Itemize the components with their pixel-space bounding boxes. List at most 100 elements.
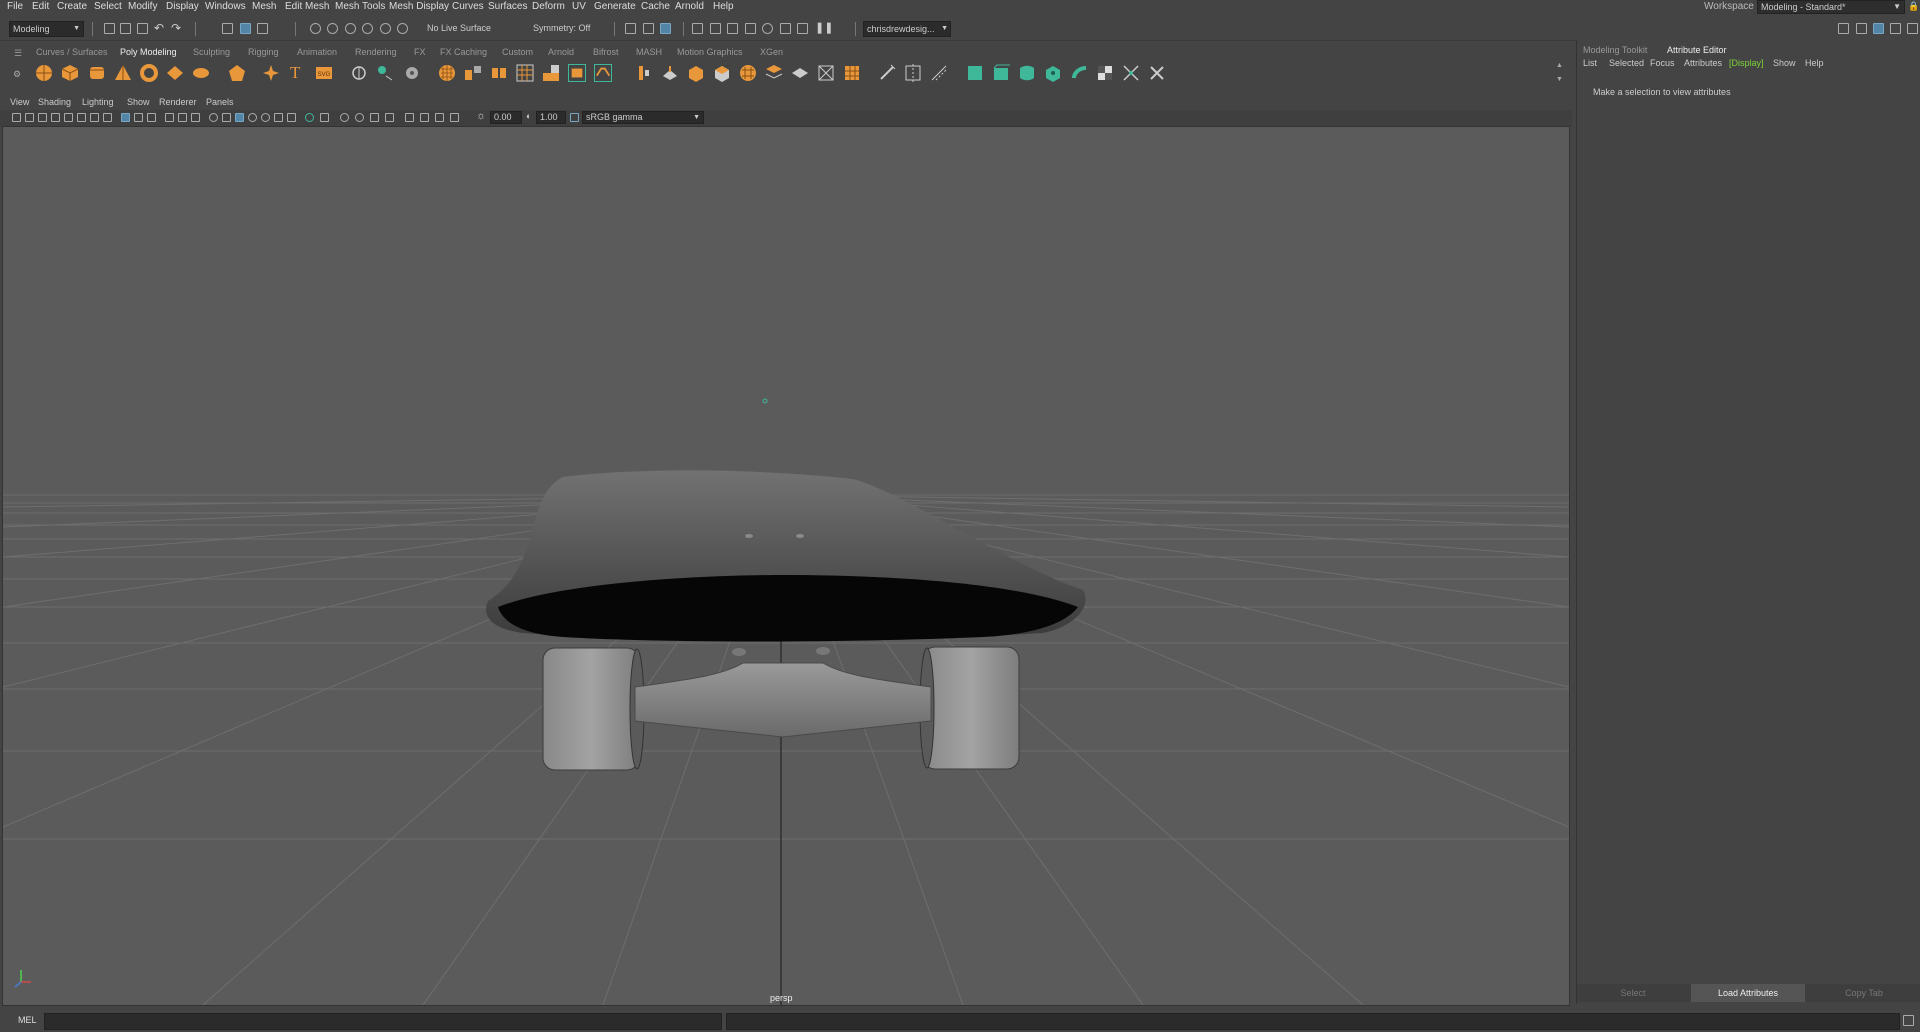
uv-checker-icon[interactable] — [1096, 64, 1114, 82]
film-gate-icon[interactable] — [103, 113, 112, 122]
menu-edit-mesh[interactable]: Edit Mesh — [285, 0, 329, 14]
snap-render-icon[interactable] — [797, 23, 808, 34]
uv-layout-icon[interactable] — [1122, 64, 1140, 82]
poly-cylinder-icon[interactable] — [88, 64, 106, 82]
fill-hole-icon[interactable] — [687, 64, 705, 82]
grease-pencil-icon[interactable] — [77, 113, 86, 122]
menu-mesh-display[interactable]: Mesh Display — [389, 0, 449, 14]
poly-sphere-icon[interactable] — [35, 64, 53, 82]
shelf-tab-animation[interactable]: Animation — [297, 46, 337, 58]
shelf-options-icon[interactable]: ⚙ — [13, 69, 21, 80]
ae-menu-attributes[interactable]: Attributes — [1684, 58, 1722, 68]
menu-edit[interactable]: Edit — [32, 0, 49, 14]
smooth-icon[interactable] — [438, 64, 456, 82]
menu-surfaces[interactable]: Surfaces — [488, 0, 527, 14]
sweep-mesh-icon[interactable] — [350, 64, 368, 82]
pause-icon[interactable]: ❚❚ — [815, 21, 833, 34]
panel-menu-show[interactable]: Show — [127, 95, 150, 109]
camera-attributes-icon[interactable] — [25, 113, 34, 122]
image-plane-icon[interactable] — [51, 113, 60, 122]
poly-disc-icon[interactable] — [192, 64, 210, 82]
menu-arnold[interactable]: Arnold — [675, 0, 704, 14]
ae-menu-help[interactable]: Help — [1805, 58, 1824, 68]
tab-attribute-editor[interactable]: Attribute Editor — [1667, 45, 1727, 55]
depth-of-field-icon[interactable] — [287, 113, 296, 122]
snap-view-plane-icon[interactable] — [362, 23, 373, 34]
bridge-icon[interactable] — [594, 64, 612, 82]
menu-create[interactable]: Create — [57, 0, 87, 14]
view-transform-dropdown[interactable]: sRGB gamma ▼ — [582, 111, 704, 124]
xray-joints-icon[interactable] — [320, 113, 329, 122]
tool-settings-icon[interactable] — [1890, 23, 1901, 34]
shelf-tab-xgen[interactable]: XGen — [760, 46, 783, 58]
color-management-icon[interactable] — [570, 113, 579, 122]
select-by-component-icon[interactable] — [257, 23, 268, 34]
snap-curve-icon[interactable] — [327, 23, 338, 34]
load-attributes-button[interactable]: Load Attributes — [1691, 984, 1805, 1002]
hypershade-icon[interactable] — [727, 23, 738, 34]
shelf-tab-curves-surfaces[interactable]: Curves / Surfaces — [36, 46, 108, 58]
shelf-scroll-arrows[interactable]: ▲ ▼ — [1556, 62, 1564, 86]
panel-menu-shading[interactable]: Shading — [38, 95, 71, 109]
menu-modify[interactable]: Modify — [128, 0, 157, 14]
remesh-icon[interactable] — [542, 64, 560, 82]
menu-help[interactable]: Help — [713, 0, 734, 14]
render-view-icon[interactable] — [643, 23, 654, 34]
shelf-tab-rigging[interactable]: Rigging — [248, 46, 279, 58]
xray-icon[interactable] — [191, 113, 200, 122]
save-scene-icon[interactable] — [137, 23, 148, 34]
uv-editor-icon[interactable] — [966, 64, 984, 82]
ae-menu-focus[interactable]: Focus — [1650, 58, 1675, 68]
menu-curves[interactable]: Curves — [452, 0, 484, 14]
detach-icon[interactable] — [817, 64, 835, 82]
menuset-dropdown[interactable]: Modeling ▼ — [9, 21, 84, 37]
symmetry-dropdown[interactable]: Symmetry: Off — [530, 21, 600, 37]
mirror-icon[interactable] — [464, 64, 482, 82]
viewport[interactable]: persp — [2, 126, 1570, 1006]
panel-menu-view[interactable]: View — [10, 95, 29, 109]
menu-mesh[interactable]: Mesh — [252, 0, 276, 14]
shelf-tab-custom[interactable]: Custom — [502, 46, 533, 58]
tab-modeling-toolkit[interactable]: Modeling Toolkit — [1583, 45, 1647, 55]
command-language-label[interactable]: MEL — [18, 1015, 37, 1025]
shelf-tab-bifrost[interactable]: Bifrost — [593, 46, 619, 58]
shadows-icon[interactable] — [235, 113, 244, 122]
shelf-tab-motion-graphics[interactable]: Motion Graphics — [677, 46, 743, 58]
ae-menu-list[interactable]: List — [1583, 58, 1597, 68]
extract-icon[interactable] — [843, 64, 861, 82]
menu-select[interactable]: Select — [94, 0, 122, 14]
ae-menu-selected[interactable]: Selected — [1609, 58, 1644, 68]
menu-cache[interactable]: Cache — [641, 0, 670, 14]
multi-cut-icon[interactable] — [878, 64, 896, 82]
separate-icon[interactable] — [403, 64, 421, 82]
screen-space-ao-icon[interactable] — [248, 113, 257, 122]
xray-active-icon[interactable] — [340, 113, 349, 122]
shelf-tab-mash[interactable]: MASH — [636, 46, 662, 58]
safe-title-icon[interactable] — [450, 113, 459, 122]
toggle-panel-icon[interactable] — [1838, 23, 1849, 34]
boolean-icon[interactable] — [490, 64, 508, 82]
edge-loop-icon[interactable] — [904, 64, 922, 82]
menu-mesh-tools[interactable]: Mesh Tools — [335, 0, 385, 14]
reduce-icon[interactable] — [516, 64, 534, 82]
hud-icon[interactable] — [370, 113, 379, 122]
copy-tab-button[interactable]: Copy Tab — [1807, 984, 1920, 1002]
snap-point-icon[interactable] — [345, 23, 356, 34]
menu-display[interactable]: Display — [166, 0, 199, 14]
poly-cone-icon[interactable] — [114, 64, 132, 82]
open-scene-icon[interactable] — [120, 23, 131, 34]
use-all-lights-icon[interactable] — [222, 113, 231, 122]
snap-grid-icon[interactable] — [310, 23, 321, 34]
append-polygon-icon[interactable] — [635, 64, 653, 82]
backface-culling-icon[interactable] — [355, 113, 364, 122]
make-hole-icon[interactable] — [713, 64, 731, 82]
wireframe-on-shaded-icon[interactable] — [178, 113, 187, 122]
menu-windows[interactable]: Windows — [205, 0, 246, 14]
default-material-icon[interactable] — [147, 113, 156, 122]
bookmarks-icon[interactable] — [38, 113, 47, 122]
snap-surface-icon[interactable] — [380, 23, 391, 34]
wireframe-icon[interactable] — [121, 113, 130, 122]
undo-icon[interactable]: ↶ — [154, 21, 164, 35]
poly-torus-icon[interactable] — [140, 64, 158, 82]
snap-vertex-icon[interactable] — [397, 23, 408, 34]
